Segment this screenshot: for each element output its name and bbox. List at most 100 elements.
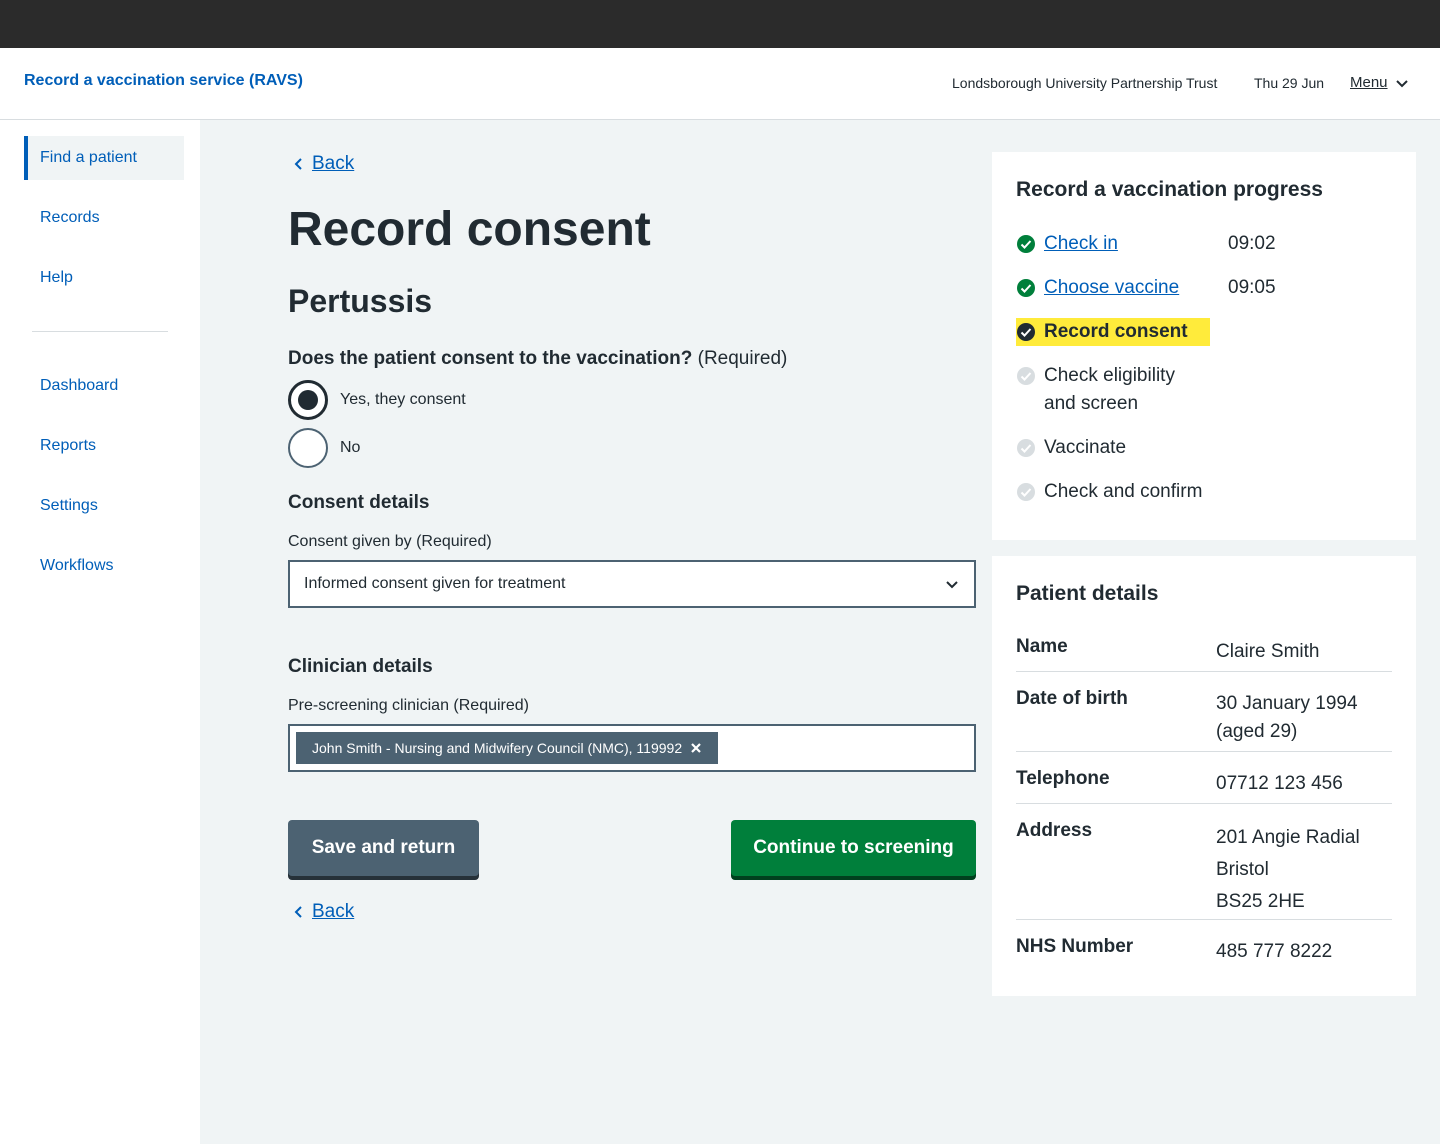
menu-button[interactable]: Menu [1350, 74, 1410, 91]
back-link-bottom[interactable]: Back [292, 901, 354, 923]
check-circle-icon [1017, 279, 1035, 297]
radio-yes[interactable]: Yes, they consent [288, 380, 466, 420]
required-suffix: (Required) [697, 348, 788, 369]
radio-no[interactable]: No [288, 428, 360, 468]
step-vaccinate: Vaccinate [1016, 434, 1126, 462]
chevron-down-icon [1395, 79, 1408, 87]
row-value-line: 30 January 1994 [1216, 693, 1358, 714]
back-label: Back [312, 153, 355, 174]
patient-row-telephone: Telephone 07712 123 456 [1016, 768, 1392, 804]
header-date: Thu 29 Jun [1254, 75, 1325, 91]
consent-question-text: Does the patient consent to the vaccinat… [288, 348, 693, 369]
clinician-chip: John Smith - Nursing and Midwifery Counc… [296, 732, 719, 764]
chevron-left-icon [294, 906, 302, 918]
sidebar-item-label: Workflows [40, 557, 114, 574]
check-circle-icon [1017, 439, 1035, 457]
pre-screening-clinician-label: Pre-screening clinician (Required) [288, 697, 529, 714]
organisation-name: Londsborough University Partnership Trus… [952, 75, 1218, 91]
step-time: 09:05 [1228, 277, 1276, 298]
row-key: NHS Number [1016, 936, 1134, 957]
pre-screening-clinician-input[interactable]: John Smith - Nursing and Midwifery Counc… [288, 724, 976, 772]
check-circle-icon [1017, 367, 1035, 385]
service-name-link[interactable]: Record a vaccination service (RAVS) [24, 72, 303, 90]
patient-row-nhs-number: NHS Number 485 777 8222 [1016, 936, 1392, 972]
radio-label: Yes, they consent [340, 391, 466, 408]
sidebar-item-settings[interactable]: Settings [24, 484, 184, 528]
patient-row-address: Address 201 Angie Radial Bristol BS25 2HE [1016, 820, 1392, 920]
sidebar-item-label: Dashboard [40, 377, 119, 394]
check-circle-icon [1017, 323, 1035, 341]
header: Record a vaccination service (RAVS) Lond… [0, 48, 1440, 120]
row-value: 201 Angie Radial Bristol BS25 2HE [1216, 822, 1360, 918]
patient-row-dob: Date of birth 30 January 1994 (aged 29) [1016, 688, 1392, 752]
check-circle-icon [1017, 483, 1035, 501]
chevron-left-icon [294, 158, 302, 170]
row-value-line: (aged 29) [1216, 721, 1298, 742]
page-title: Record consent [288, 203, 651, 256]
row-value: Claire Smith [1216, 638, 1319, 666]
step-record-consent: Record consent [1016, 318, 1210, 346]
consent-question: Does the patient consent to the vaccinat… [288, 348, 787, 370]
sidebar-item-records[interactable]: Records [24, 196, 184, 240]
step-link[interactable]: Choose vaccine [1044, 274, 1179, 302]
radio-button[interactable] [288, 428, 328, 468]
patient-row-name: Name Claire Smith [1016, 636, 1392, 672]
row-value: 485 777 8222 [1216, 938, 1332, 966]
step-check-in: Check in 09:02 [1016, 230, 1276, 258]
menu-label: Menu [1350, 74, 1388, 91]
step-label-line2: and screen [1044, 393, 1139, 414]
sidebar-item-label: Records [40, 209, 100, 226]
consent-given-by-label: Consent given by (Required) [288, 533, 492, 550]
sidebar: Find a patient Records Help Dashboard Re… [0, 120, 200, 1144]
row-key: Address [1016, 820, 1093, 841]
sidebar-item-label: Help [40, 269, 73, 286]
sidebar-divider [32, 331, 168, 332]
radio-button-checked[interactable] [288, 380, 328, 420]
sidebar-item-workflows[interactable]: Workflows [24, 544, 184, 588]
progress-title: Record a vaccination progress [1016, 178, 1323, 201]
chevron-down-icon [946, 581, 958, 589]
step-link[interactable]: Check in [1044, 230, 1118, 258]
sidebar-item-reports[interactable]: Reports [24, 424, 184, 468]
progress-panel: Record a vaccination progress Check in 0… [992, 152, 1416, 540]
sidebar-item-help[interactable]: Help [24, 256, 184, 300]
continue-to-screening-button[interactable]: Continue to screening [731, 820, 976, 876]
row-value-line: Claire Smith [1216, 641, 1320, 662]
chip-label: John Smith - Nursing and Midwifery Counc… [312, 740, 683, 756]
patient-details-panel: Patient details Name Claire Smith Date o… [992, 556, 1416, 996]
clinician-details-heading: Clinician details [288, 656, 433, 677]
sidebar-item-dashboard[interactable]: Dashboard [24, 364, 184, 408]
row-value-line: 485 777 8222 [1216, 941, 1333, 962]
row-value-line: Bristol [1216, 859, 1269, 880]
step-check-eligibility: Check eligibility and screen [1016, 362, 1175, 418]
row-value-line: 07712 123 456 [1216, 773, 1343, 794]
row-key: Telephone [1016, 768, 1110, 789]
sidebar-item-find-patient[interactable]: Find a patient [24, 136, 184, 180]
step-check-and-confirm: Check and confirm [1016, 478, 1202, 506]
consent-details-heading: Consent details [288, 492, 430, 513]
step-label: Vaccinate [1044, 437, 1127, 458]
patient-details-title: Patient details [1016, 582, 1159, 605]
row-value: 07712 123 456 [1216, 770, 1343, 798]
vaccine-name: Pertussis [288, 283, 433, 319]
save-and-return-button[interactable]: Save and return [288, 820, 479, 876]
back-label: Back [312, 901, 355, 922]
row-value: 30 January 1994 (aged 29) [1216, 690, 1358, 746]
row-value-line: BS25 2HE [1216, 891, 1305, 912]
sidebar-item-label: Reports [40, 437, 97, 454]
close-icon[interactable] [690, 742, 702, 754]
main-content: Back Record consent Pertussis Does the p… [200, 120, 1440, 1144]
top-bar [0, 0, 1440, 48]
step-label: Check and confirm [1044, 481, 1203, 502]
radio-label: No [340, 439, 361, 456]
back-link-top[interactable]: Back [292, 153, 354, 175]
consent-given-by-select[interactable]: Informed consent given for treatment [288, 560, 976, 608]
row-key: Name [1016, 636, 1068, 657]
row-value-line: 201 Angie Radial [1216, 827, 1360, 848]
select-value: Informed consent given for treatment [304, 575, 566, 592]
sidebar-item-label: Settings [40, 497, 98, 514]
step-label-line1: Check eligibility [1044, 365, 1175, 386]
step-label: Record consent [1044, 321, 1188, 342]
row-key: Date of birth [1016, 688, 1128, 709]
check-circle-icon [1017, 235, 1035, 253]
